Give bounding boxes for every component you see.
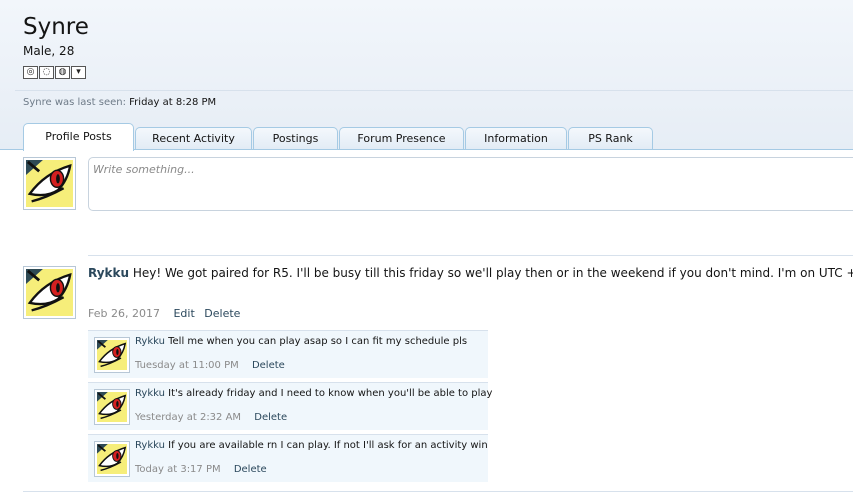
tab-ps-rank[interactable]: PS Rank xyxy=(568,127,653,150)
badge-icon-4: ▾ xyxy=(71,66,86,79)
comment-meta: Today at 3:17 PM Delete xyxy=(135,464,267,475)
comment-meta: Yesterday at 2:32 AM Delete xyxy=(135,412,287,423)
tab-postings[interactable]: Postings xyxy=(253,127,338,150)
post-date[interactable]: Feb 26, 2017 xyxy=(88,307,160,320)
edit-link[interactable]: Edit xyxy=(173,307,194,320)
tab-profile-posts[interactable]: Profile Posts xyxy=(23,123,134,151)
comment-avatar[interactable] xyxy=(94,441,130,477)
comment-delete-link[interactable]: Delete xyxy=(254,412,287,423)
comment-avatar[interactable] xyxy=(94,389,130,425)
delete-link[interactable]: Delete xyxy=(204,307,240,320)
my-avatar[interactable] xyxy=(23,157,76,210)
comment: Rykku If you are available rn I can play… xyxy=(88,434,488,482)
comment-delete-link[interactable]: Delete xyxy=(252,360,285,371)
post-message: Hey! We got paired for R5. I'll be busy … xyxy=(132,266,853,280)
badge-icon-2: ◌ xyxy=(39,66,54,79)
profile-tabs: Profile Posts Recent Activity Postings F… xyxy=(23,123,654,151)
comment-list: Rykku Tell me when you can play asap so … xyxy=(88,330,492,486)
rank-badges: ◎ ◌ ◍ ▾ xyxy=(23,66,87,79)
bottom-divider xyxy=(23,491,853,492)
comment-author-link[interactable]: Rykku xyxy=(135,388,165,399)
post-author-link[interactable]: Rykku xyxy=(88,266,129,280)
avatar-image xyxy=(97,392,127,422)
comment-text: Rykku Tell me when you can play asap so … xyxy=(135,336,467,347)
last-seen-value: Friday at 8:28 PM xyxy=(129,97,217,108)
badge-icon-3: ◍ xyxy=(55,66,70,79)
comment-author-link[interactable]: Rykku xyxy=(135,336,165,347)
header-divider xyxy=(15,90,853,91)
badge-icon-1: ◎ xyxy=(23,66,38,79)
comment-message: It's already friday and I need to know w… xyxy=(168,388,493,399)
comment-text: Rykku It's already friday and I need to … xyxy=(135,388,492,399)
comment-message: If you are available rn I can play. If n… xyxy=(168,440,488,451)
comment-time: Tuesday at 11:00 PM xyxy=(135,360,239,371)
post-author-avatar[interactable] xyxy=(23,266,76,319)
tab-information[interactable]: Information xyxy=(465,127,567,150)
comment-delete-link[interactable]: Delete xyxy=(234,464,267,475)
comment-text: Rykku If you are available rn I can play… xyxy=(135,440,488,451)
comment-author-link[interactable]: Rykku xyxy=(135,440,165,451)
post-meta: Feb 26, 2017 Edit Delete xyxy=(88,307,240,320)
avatar-image xyxy=(97,444,127,474)
last-seen: Synre was last seen: Friday at 8:28 PM xyxy=(23,97,216,108)
comment-meta: Tuesday at 11:00 PM Delete xyxy=(135,360,285,371)
post-divider xyxy=(88,255,853,256)
profile-header: Synre Male, 28 ◎ ◌ ◍ ▾ Synre was last se… xyxy=(0,0,853,151)
profile-user-info: Male, 28 xyxy=(23,44,75,58)
comment-message: Tell me when you can play asap so I can … xyxy=(168,336,468,347)
comment-avatar[interactable] xyxy=(94,337,130,373)
comment: Rykku Tell me when you can play asap so … xyxy=(88,330,488,378)
avatar-image xyxy=(97,340,127,370)
avatar-image xyxy=(26,269,73,316)
profile-username: Synre xyxy=(23,14,89,40)
last-seen-label: Synre was last seen: xyxy=(23,97,126,108)
tab-recent-activity[interactable]: Recent Activity xyxy=(135,127,252,150)
comment: Rykku It's already friday and I need to … xyxy=(88,382,492,430)
comment-time: Yesterday at 2:32 AM xyxy=(135,412,242,423)
tab-forum-presence[interactable]: Forum Presence xyxy=(339,127,464,150)
profile-post: Rykku Hey! We got paired for R5. I'll be… xyxy=(88,266,853,280)
comment-time: Today at 3:17 PM xyxy=(135,464,221,475)
avatar-image xyxy=(26,160,73,207)
status-input[interactable]: Write something... xyxy=(88,157,853,211)
